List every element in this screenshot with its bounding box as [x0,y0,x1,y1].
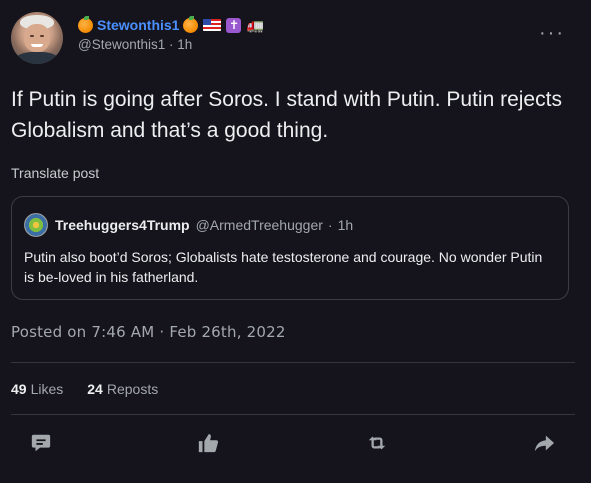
post-text: If Putin is going after Soros. I stand w… [11,88,562,142]
author-names: Stewonthis1 ✝ 🚛 @Stewonthis1 · 1h [78,15,264,52]
like-thumbs-up-icon[interactable] [197,432,223,458]
divider [11,414,575,415]
orange-emoji-icon [78,15,93,33]
reposts-stat[interactable]: 24 Reposts [87,381,158,397]
divider [11,362,575,363]
quoted-author-handle[interactable]: @ArmedTreehugger [196,217,323,233]
translate-post-link[interactable]: Translate post [11,165,99,181]
quoted-author-avatar[interactable] [24,213,48,237]
more-options-icon[interactable]: ··· [539,22,565,45]
post-stats: 49 Likes 24 Reposts [11,381,158,397]
orange-emoji-icon [183,15,199,33]
author-display-name[interactable]: Stewonthis1 [97,17,179,33]
reposts-label: Reposts [106,381,159,397]
quoted-post-header: Treehuggers4Trump @ArmedTreehugger · 1h [24,213,353,237]
quoted-post-text: Putin also boot’d Soros; Globalists hate… [24,249,543,285]
reply-icon[interactable] [30,432,56,458]
reposts-count: 24 [87,381,103,397]
separator: · [169,37,174,52]
likes-label: Likes [30,381,64,397]
truck-icon: 🚛 [246,16,264,33]
action-bar [0,432,591,462]
us-flag-icon [203,19,222,31]
quoted-author-name[interactable]: Treehuggers4Trump [55,217,190,233]
post-header: Stewonthis1 ✝ 🚛 @Stewonthis1 · 1h ··· [11,12,581,64]
latin-cross-icon: ✝ [226,17,242,33]
author-handle-row: @Stewonthis1 · 1h [78,37,264,52]
quoted-post-time: 1h [337,217,354,233]
author-avatar[interactable] [11,12,63,64]
likes-count: 49 [11,381,27,397]
separator: · [327,217,333,233]
posted-timestamp: Posted on 7:46 AM · Feb 26th, 2022 [11,323,286,341]
quoted-post[interactable]: Treehuggers4Trump @ArmedTreehugger · 1h … [11,196,569,300]
share-icon[interactable] [533,432,559,458]
repost-icon[interactable] [366,432,392,458]
post-time: 1h [177,37,193,52]
likes-stat[interactable]: 49 Likes [11,381,63,397]
author-handle[interactable]: @Stewonthis1 [78,37,165,52]
